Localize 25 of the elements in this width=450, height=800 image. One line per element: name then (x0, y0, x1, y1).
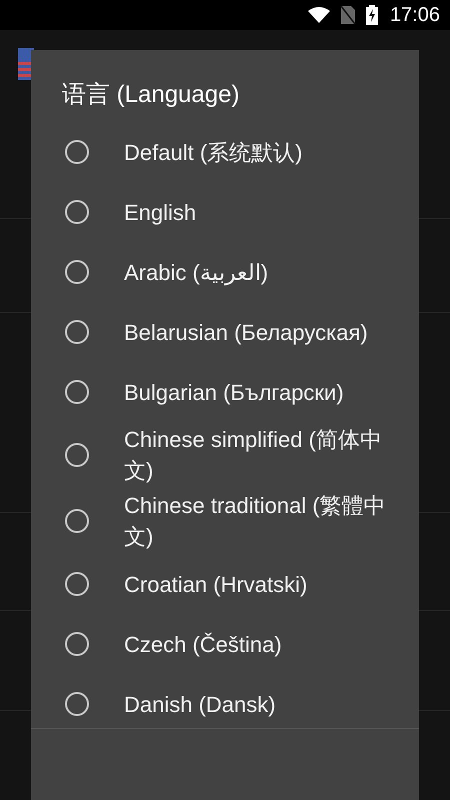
language-option[interactable]: Arabic (العربية) (124, 256, 394, 288)
wifi-icon (308, 7, 330, 23)
radio-button[interactable] (65, 509, 89, 533)
language-option[interactable]: Chinese traditional (繁體中文) (124, 490, 394, 552)
language-option[interactable]: Chinese simplified (简体中文) (124, 424, 394, 486)
no-sim-icon (340, 5, 356, 25)
language-option[interactable]: Danish (Dansk) (124, 688, 394, 720)
language-option[interactable]: Default (系统默认) (124, 136, 394, 168)
radio-button[interactable] (65, 260, 89, 284)
radio-button[interactable] (65, 692, 89, 716)
language-option[interactable]: English (124, 196, 394, 228)
language-option[interactable]: Belarusian (Беларуская) (124, 316, 394, 348)
radio-button[interactable] (65, 140, 89, 164)
radio-button[interactable] (65, 572, 89, 596)
clock-time: 17:06 (390, 4, 440, 26)
language-option[interactable]: Bulgarian (Български) (124, 376, 394, 408)
radio-button[interactable] (65, 200, 89, 224)
radio-button[interactable] (65, 320, 89, 344)
language-option[interactable]: Czech (Čeština) (124, 628, 394, 660)
battery-charging-icon (366, 5, 378, 25)
radio-button[interactable] (65, 380, 89, 404)
radio-button[interactable] (65, 632, 89, 656)
radio-button[interactable] (65, 443, 89, 467)
language-option[interactable]: Croatian (Hrvatski) (124, 568, 394, 600)
dialog-title: 语言 (Language) (61, 80, 240, 110)
